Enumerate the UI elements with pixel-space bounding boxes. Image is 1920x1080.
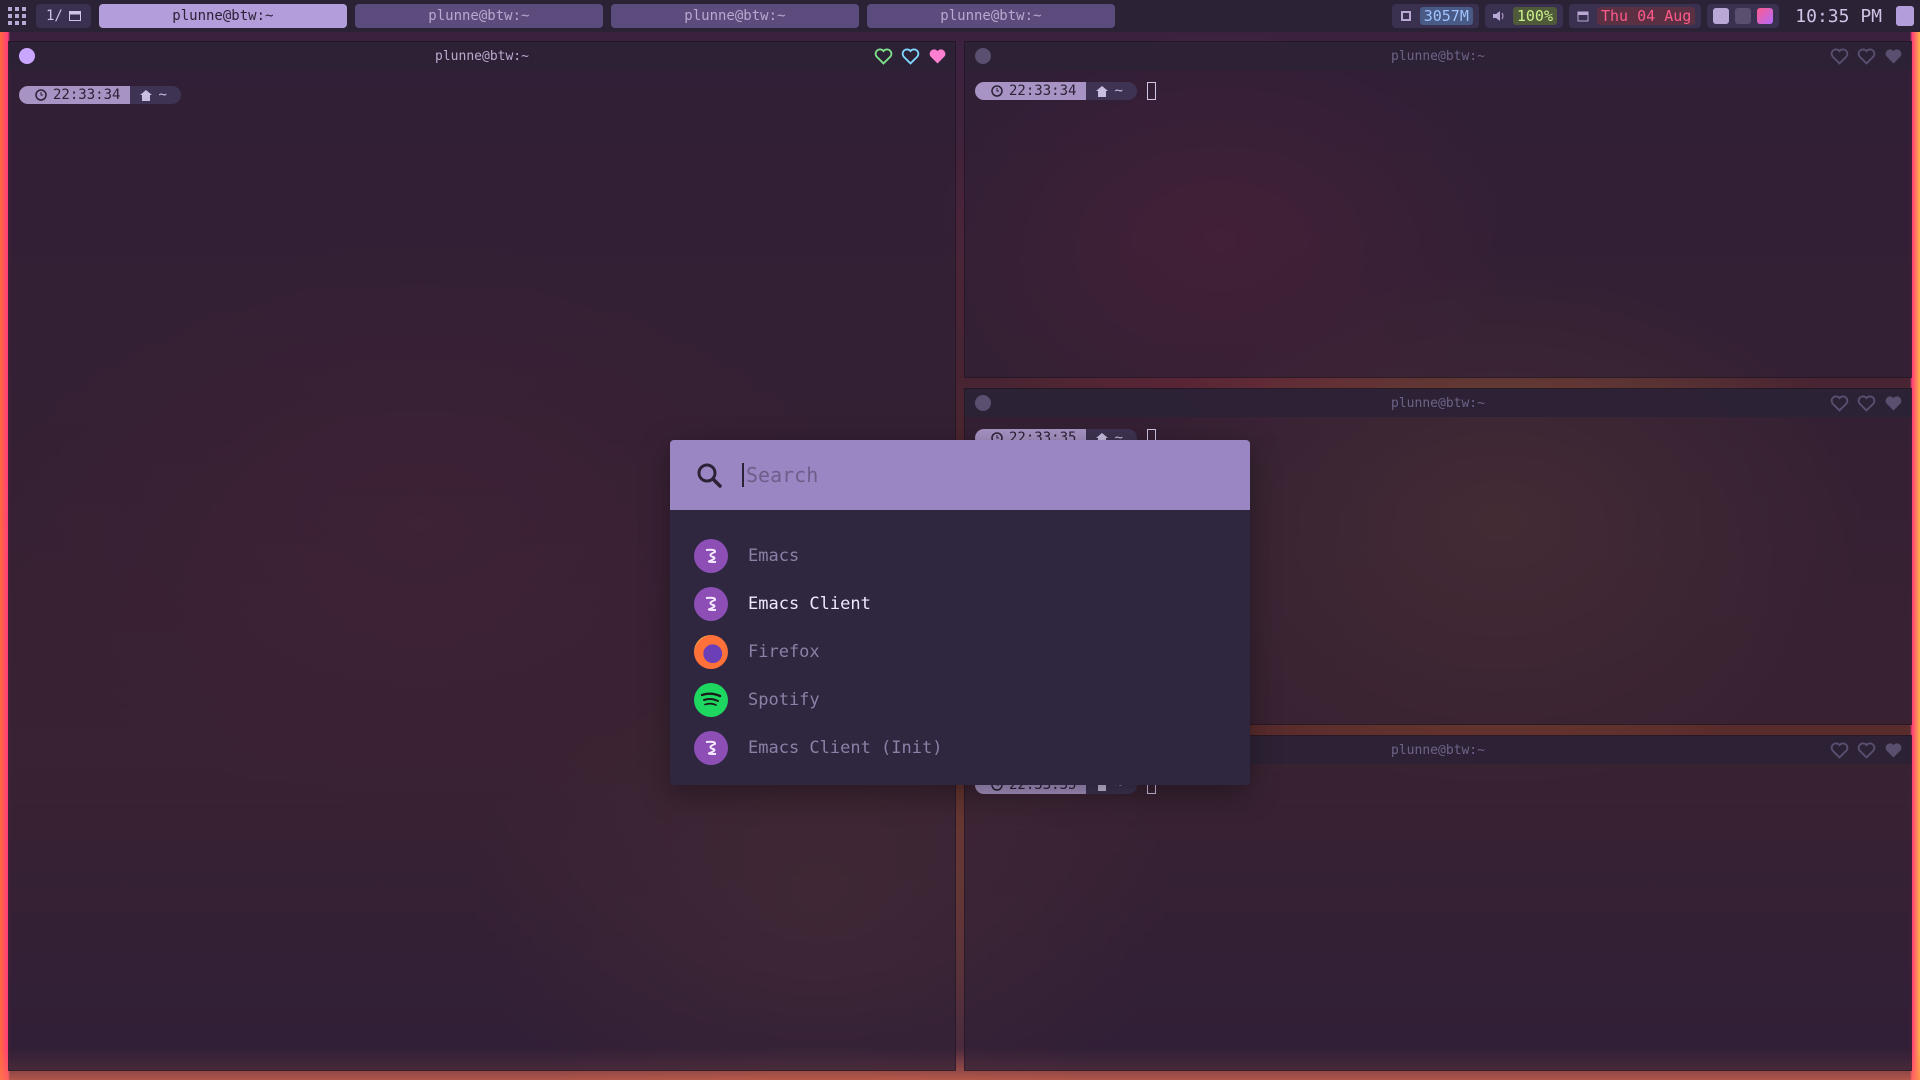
app-launcher: Emacs Emacs Client Firefox Spotify Emacs… [670,440,1250,785]
launcher-item[interactable]: Emacs [670,532,1250,580]
close-heart-icon[interactable] [1884,395,1903,412]
clock-icon [991,85,1003,97]
calendar-icon [1575,8,1591,24]
terminal-window-2[interactable]: plunne@btw:~ 22:33:34 ~ [964,41,1912,378]
taskbar-tab-1[interactable]: plunne@btw:~ [98,4,347,28]
launcher-search-bar [670,440,1250,510]
date-value: Thu 04 Aug [1596,7,1696,25]
discord-icon[interactable] [1713,8,1730,24]
memory-value: 3057M [1419,7,1473,25]
minimize-heart-icon[interactable] [1830,47,1849,65]
window-icon [68,11,81,21]
memory-icon [1398,8,1414,24]
window-menu-button[interactable] [975,48,991,64]
window-titlebar: plunne@btw:~ [965,42,1911,70]
network-icon[interactable] [1735,8,1752,24]
maximize-heart-icon[interactable] [901,47,920,65]
launcher-item-label: Spotify [748,690,820,710]
close-heart-icon[interactable] [1884,48,1903,65]
shell-prompt: 22:33:34 ~ [975,82,1156,100]
emacs-icon [694,539,728,573]
workspace-indicator[interactable]: 1/ [36,4,91,28]
apps-grid-icon[interactable] [6,5,28,27]
launcher-item[interactable]: Emacs Client [670,580,1250,628]
app-tray-icon[interactable] [1757,8,1774,24]
taskbar-tab-4[interactable]: plunne@btw:~ [866,4,1115,28]
prompt-time-value: 22:33:34 [1009,83,1077,99]
top-bar: 1/ plunne@btw:~ plunne@btw:~ plunne@btw:… [0,0,1920,32]
terminal-window-4[interactable]: plunne@btw:~ 22:33:35 ~ [964,735,1912,1071]
window-titlebar: plunne@btw:~ [9,42,955,70]
launcher-item[interactable]: Firefox [670,628,1250,676]
maximize-heart-icon[interactable] [1857,394,1876,412]
taskbar-tab-2[interactable]: plunne@btw:~ [354,4,603,28]
date-widget[interactable]: Thu 04 Aug [1568,4,1702,28]
search-icon [697,463,722,488]
launcher-item-label: Emacs [748,546,800,566]
window-title: plunne@btw:~ [1391,742,1485,758]
window-menu-button[interactable] [19,48,35,64]
firefox-icon [694,635,728,669]
window-titlebar: plunne@btw:~ [965,389,1911,417]
window-menu-button[interactable] [975,395,991,411]
prompt-dir-value: ~ [1114,83,1123,99]
maximize-heart-icon[interactable] [1857,47,1876,65]
prompt-dir: ~ [130,86,181,104]
clock-icon [35,89,47,101]
taskbar-tab-3[interactable]: plunne@btw:~ [610,4,859,28]
spotify-icon [694,683,728,717]
minimize-heart-icon[interactable] [874,47,893,65]
window-title: plunne@btw:~ [1391,48,1485,64]
volume-icon [1491,8,1507,24]
window-title: plunne@btw:~ [435,48,529,64]
launcher-item[interactable]: Emacs Client (Init) [670,724,1250,772]
close-heart-icon[interactable] [1884,742,1903,759]
volume-value: 100% [1512,7,1557,25]
minimize-heart-icon[interactable] [1830,394,1849,412]
launcher-item-label: Emacs Client [748,594,871,614]
emacs-icon [694,587,728,621]
launcher-item[interactable]: Spotify [670,676,1250,724]
system-tray [1707,4,1780,28]
prompt-time: 22:33:34 [975,82,1087,100]
close-heart-icon[interactable] [928,48,947,65]
prompt-dir: ~ [1086,82,1137,100]
launcher-item-label: Emacs Client (Init) [748,738,943,758]
launcher-item-label: Firefox [748,642,820,662]
power-icon[interactable] [1896,6,1914,26]
text-cursor [1146,82,1156,100]
volume-widget[interactable]: 100% [1484,4,1563,28]
home-icon [1096,85,1109,97]
clock: 10:35 PM [1795,5,1882,27]
maximize-heart-icon[interactable] [1857,741,1876,759]
shell-prompt: 22:33:34 ~ [19,86,181,104]
memory-widget[interactable]: 3057M [1391,4,1479,28]
launcher-results: Emacs Emacs Client Firefox Spotify Emacs… [670,510,1250,772]
search-input[interactable] [742,463,1182,487]
minimize-heart-icon[interactable] [1830,741,1849,759]
prompt-time-value: 22:33:34 [53,87,121,103]
window-title: plunne@btw:~ [1391,395,1485,411]
prompt-dir-value: ~ [158,87,167,103]
emacs-icon [694,731,728,765]
workspace-label: 1/ [46,8,63,24]
home-icon [140,89,153,101]
prompt-time: 22:33:34 [19,86,131,104]
